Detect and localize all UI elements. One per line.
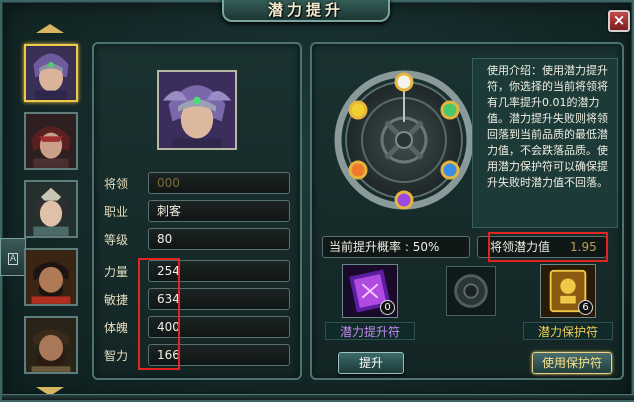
- stat-value: 刺客: [148, 200, 290, 222]
- upgrade-rate-field: 当前提升概率 : 50%: [322, 236, 470, 258]
- usage-instructions: 使用介绍：使用潜力提升符，你选择的当前将领将有几率提升0.01的潜力值。潜力提升…: [472, 58, 618, 228]
- stat-row-level: 等级 80: [104, 228, 290, 250]
- stat-row-strength: 力量 254: [104, 260, 290, 282]
- stat-row-agility: 敏捷 634: [104, 288, 290, 310]
- upgrade-rate-value: 50%: [412, 240, 440, 254]
- stat-label: 力量: [104, 265, 129, 279]
- upgrade-button[interactable]: 提升: [338, 352, 404, 374]
- stat-value: 80: [148, 228, 290, 250]
- potential-wheel: [332, 52, 472, 228]
- selected-hero-portrait: [157, 70, 237, 150]
- gem-wheel-icon: [334, 70, 472, 210]
- hero-2-face-icon: [26, 114, 76, 168]
- stat-row-class: 职业 刺客: [104, 200, 290, 222]
- boost-charm-slot[interactable]: 0: [342, 264, 398, 318]
- window-bottom-border: [2, 394, 634, 400]
- close-button[interactable]: ×: [608, 10, 630, 32]
- stat-row-physique: 体魄 400: [104, 316, 290, 338]
- boost-charm-name: 潜力提升符: [325, 322, 415, 340]
- selected-hero-face-icon: [159, 72, 235, 148]
- hero-3-face-icon: [26, 182, 76, 236]
- hero-portrait-5[interactable]: [24, 316, 78, 374]
- hero-4-face-icon: [26, 250, 76, 304]
- attribute-highlight-box: [138, 258, 180, 370]
- protect-charm-slot[interactable]: 6: [540, 264, 596, 318]
- hero-portrait-list: [16, 24, 88, 396]
- protect-charm-count: 6: [578, 300, 593, 315]
- boost-charm-count: 0: [380, 300, 395, 315]
- ornament-icon: [454, 274, 488, 308]
- window-title: 潜力提升: [267, 0, 344, 19]
- hero-portrait-1[interactable]: [24, 44, 78, 102]
- protect-charm-name: 潜力保护符: [523, 322, 613, 340]
- center-ornament-slot: [446, 266, 496, 316]
- stat-value: 000: [148, 172, 290, 194]
- stat-label: 敏捷: [104, 293, 129, 307]
- upgrade-rate-label: 当前提升概率 :: [329, 240, 409, 254]
- hero-info-panel: 将领 000 职业 刺客 等级 80 力量 254 敏捷 634 体魄 400 …: [92, 42, 302, 380]
- scroll-up-arrow-icon[interactable]: [36, 24, 64, 33]
- hero-portrait-2[interactable]: [24, 112, 78, 170]
- hero-portrait-3[interactable]: [24, 180, 78, 238]
- stat-label: 职业: [104, 205, 129, 219]
- stat-label: 等级: [104, 233, 129, 247]
- stat-row-intellect: 智力 166: [104, 344, 290, 366]
- potential-upgrade-window: 潜力提升 × A 将领 000 职业 刺客 等级 80 力量 254 敏捷 63…: [0, 0, 634, 402]
- hero-5-face-icon: [26, 318, 76, 372]
- stat-row-general: 将领 000: [104, 172, 290, 194]
- upgrade-panel: 使用介绍：使用潜力提升符，你选择的当前将领将有几率提升0.01的潜力值。潜力提升…: [310, 42, 624, 380]
- potential-highlight-box: [488, 232, 608, 262]
- hero-portrait-4[interactable]: [24, 248, 78, 306]
- close-icon: ×: [612, 11, 626, 29]
- use-protect-charm-button[interactable]: 使用保护符: [532, 352, 612, 374]
- window-title-plate: 潜力提升: [222, 0, 390, 22]
- stat-label: 将领: [104, 177, 129, 191]
- stat-label: 智力: [104, 349, 129, 363]
- hero-1-face-icon: [26, 46, 76, 100]
- stat-label: 体魄: [104, 321, 129, 335]
